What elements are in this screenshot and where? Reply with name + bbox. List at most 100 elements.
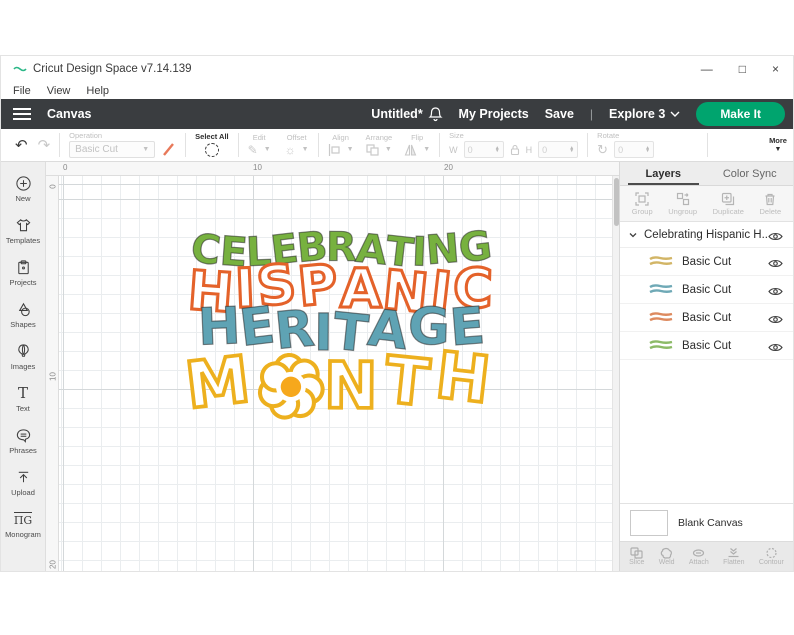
my-projects-link[interactable]: My Projects <box>459 107 529 121</box>
color-swatch-icon[interactable] <box>161 142 176 157</box>
action-label: Slice <box>629 559 644 566</box>
height-stepper[interactable]: ▲▼ <box>569 147 574 152</box>
sidebar-item-projects[interactable]: Projects <box>1 254 46 292</box>
rotate-input[interactable]: 0 ▲▼ <box>614 141 654 158</box>
layer-row[interactable]: Basic Cut <box>620 332 793 360</box>
upload-arrow-icon <box>14 468 32 486</box>
align-group[interactable]: Align ▼ <box>328 134 354 156</box>
offset-group[interactable]: Offset ☼▼ <box>285 134 309 156</box>
action-label: Ungroup <box>668 207 697 216</box>
tshirt-icon <box>14 216 32 234</box>
close-icon[interactable]: × <box>772 63 779 75</box>
ruler-tick: 10 <box>253 163 262 172</box>
rotate-icon[interactable]: ↻ <box>597 143 608 156</box>
eye-icon[interactable] <box>768 256 783 267</box>
menu-view[interactable]: View <box>47 85 71 97</box>
menu-help[interactable]: Help <box>86 85 109 97</box>
layer-row[interactable]: Basic Cut <box>620 248 793 276</box>
flatten-button[interactable]: Flatten <box>723 547 744 566</box>
offset-icon: ☼ <box>285 144 296 156</box>
sidebar-item-images[interactable]: Images <box>1 338 46 376</box>
sidebar-item-text[interactable]: T Text <box>1 380 46 418</box>
blank-canvas-row[interactable]: Blank Canvas <box>620 503 793 541</box>
canvas-nav-label[interactable]: Canvas <box>47 107 91 121</box>
canvas-scrollbar[interactable] <box>612 176 619 571</box>
lock-icon[interactable] <box>510 144 520 156</box>
weld-button[interactable]: Weld <box>659 547 675 566</box>
tab-layers[interactable]: Layers <box>620 162 707 185</box>
width-stepper[interactable]: ▲▼ <box>495 147 500 152</box>
layer-thumbnail <box>648 283 674 296</box>
ruler-tick: 0 <box>49 181 58 193</box>
make-it-button[interactable]: Make It <box>696 102 785 126</box>
edit-group[interactable]: Edit ✎▼ <box>248 134 271 156</box>
boolean-toolbar: Slice Weld Attach Flatten Contour <box>620 541 793 571</box>
select-all-group[interactable]: Select All <box>195 133 229 157</box>
flip-group[interactable]: Flip ▼ <box>404 134 430 156</box>
layer-name: Basic Cut <box>682 256 768 268</box>
design-canvas[interactable]: CELEBRATINGHISPANICHERITAGEMNTH <box>59 176 612 571</box>
eye-icon[interactable] <box>768 229 783 240</box>
width-input[interactable]: 0 ▲▼ <box>464 141 504 158</box>
pencil-icon: ✎ <box>248 144 258 156</box>
menu-file[interactable]: File <box>13 85 31 97</box>
eye-icon[interactable] <box>768 340 783 351</box>
notifications-bell-icon[interactable] <box>428 106 443 122</box>
more-button[interactable]: More ▼ <box>769 137 787 153</box>
blank-canvas-label: Blank Canvas <box>678 517 743 529</box>
sidebar-item-shapes[interactable]: Shapes <box>1 296 46 334</box>
minimize-icon[interactable]: — <box>701 63 713 75</box>
art-letter: H <box>432 347 499 412</box>
eye-icon[interactable] <box>768 312 783 323</box>
art-row: MNTH <box>143 349 539 417</box>
attach-button[interactable]: Attach <box>689 547 709 566</box>
group-button[interactable]: Group <box>632 192 653 216</box>
rotate-value: 0 <box>618 145 623 155</box>
sidebar-item-templates[interactable]: Templates <box>1 212 46 250</box>
rotate-stepper[interactable]: ▲▼ <box>645 147 650 152</box>
sidebar-item-monogram[interactable]: ΠG Monogram <box>1 506 46 544</box>
sidebar-item-new[interactable]: New <box>1 170 46 208</box>
more-label: More <box>769 137 787 145</box>
arrange-icon <box>366 144 379 156</box>
layer-group-row[interactable]: Celebrating Hispanic H... <box>620 222 793 248</box>
sidebar-label: Images <box>11 362 36 371</box>
scrollbar-thumb[interactable] <box>614 178 619 226</box>
speech-bubble-icon <box>14 426 32 444</box>
machine-selector[interactable]: Explore 3 <box>609 107 680 121</box>
action-label: Contour <box>759 559 784 566</box>
slice-button[interactable]: Slice <box>629 547 644 566</box>
app-window: Cricut Design Space v7.14.139 — □ × File… <box>0 55 794 572</box>
arrange-group[interactable]: Arrange ▼ <box>366 134 393 156</box>
artwork[interactable]: CELEBRATINGHISPANICHERITAGEMNTH <box>143 232 539 417</box>
layer-actions: Group Ungroup Duplicate Delete <box>620 186 793 222</box>
ruler-tick: 10 <box>49 371 58 383</box>
layer-row[interactable]: Basic Cut <box>620 304 793 332</box>
duplicate-button[interactable]: Duplicate <box>713 192 744 216</box>
undo-icon[interactable]: ↶ <box>15 138 28 153</box>
sidebar-item-phrases[interactable]: Phrases <box>1 422 46 460</box>
sidebar-label: New <box>15 194 30 203</box>
hot-air-balloon-icon <box>14 342 32 360</box>
layer-list: Celebrating Hispanic H... Basic Cut Basi… <box>620 222 793 503</box>
height-input[interactable]: 0 ▲▼ <box>538 141 578 158</box>
blank-canvas-swatch[interactable] <box>630 510 668 536</box>
eye-icon[interactable] <box>768 284 783 295</box>
ungroup-button[interactable]: Ungroup <box>668 192 697 216</box>
redo-icon[interactable]: ↷ <box>38 138 51 153</box>
rotate-label: Rotate <box>597 132 619 140</box>
contour-button[interactable]: Contour <box>759 547 784 566</box>
operation-select[interactable]: Basic Cut ▼ <box>69 141 155 158</box>
sidebar-item-upload[interactable]: Upload <box>1 464 46 502</box>
tab-color-sync[interactable]: Color Sync <box>707 162 794 185</box>
save-link[interactable]: Save <box>545 107 574 121</box>
operation-value: Basic Cut <box>75 144 118 155</box>
titlebar: Cricut Design Space v7.14.139 — □ × <box>1 56 793 82</box>
layer-row[interactable]: Basic Cut <box>620 276 793 304</box>
hamburger-menu-icon[interactable] <box>1 99 43 129</box>
cricut-logo-icon <box>13 64 27 74</box>
delete-button[interactable]: Delete <box>760 192 782 216</box>
maximize-icon[interactable]: □ <box>739 63 746 75</box>
chevron-down-icon[interactable] <box>628 230 638 240</box>
more-caret-icon: ▼ <box>775 146 782 153</box>
